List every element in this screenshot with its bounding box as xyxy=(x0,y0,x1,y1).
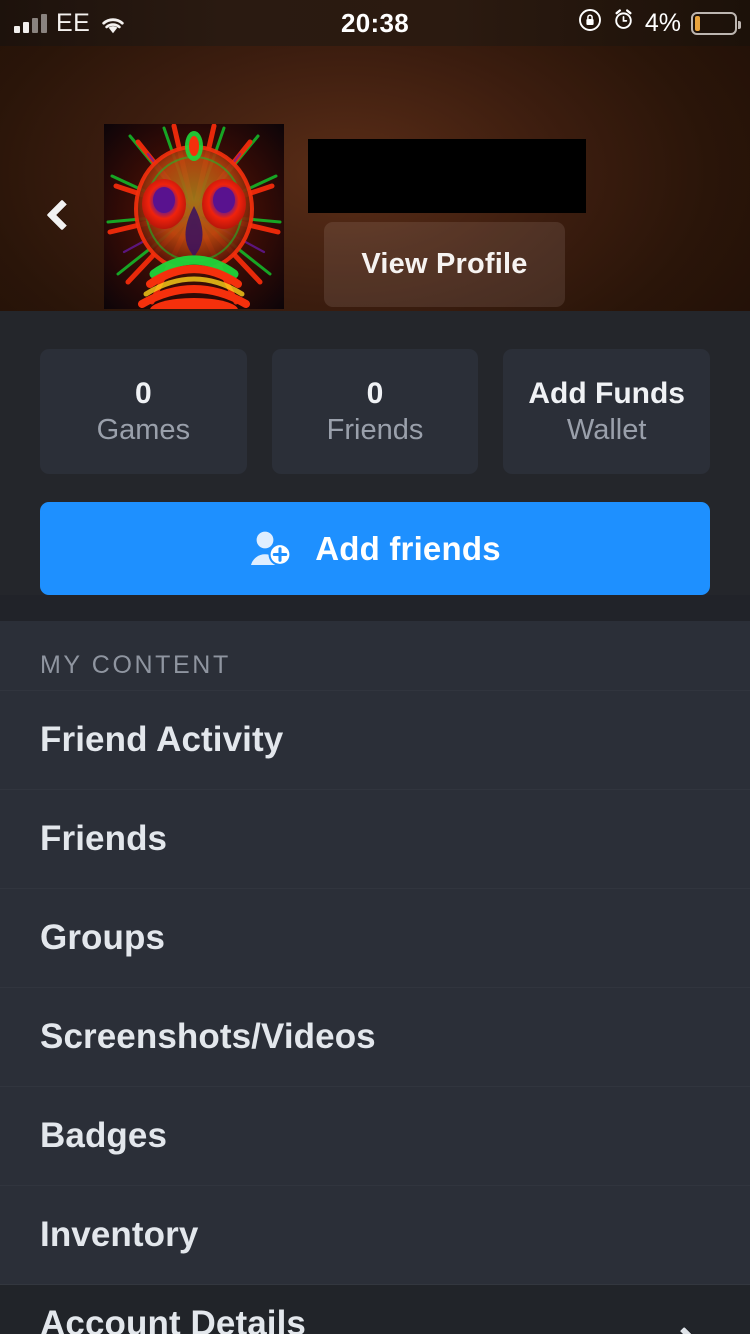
list-item-label: Screenshots/Videos xyxy=(40,1017,376,1056)
signal-bars-icon xyxy=(14,13,47,33)
section-divider xyxy=(0,595,750,621)
list-item-screenshots-videos[interactable]: Screenshots/Videos xyxy=(0,987,750,1086)
list-item-label: Groups xyxy=(40,918,166,957)
stats-section: 0 Games 0 Friends Add Funds Wallet xyxy=(0,311,750,474)
list-item-label: Friend Activity xyxy=(40,720,284,759)
list-item-label: Friends xyxy=(40,819,168,858)
list-item-label: Badges xyxy=(40,1116,168,1155)
friends-count: 0 xyxy=(366,376,384,410)
stat-card-wallet[interactable]: Add Funds Wallet xyxy=(503,349,711,474)
view-profile-button[interactable]: View Profile xyxy=(324,222,565,307)
primary-action-section: Add friends xyxy=(0,474,750,595)
profile-header: View Profile xyxy=(0,46,750,311)
clock-label: 20:38 xyxy=(341,7,409,38)
chevron-right-icon xyxy=(672,1326,697,1334)
list-item-friend-activity[interactable]: Friend Activity xyxy=(0,690,750,789)
avatar-fractal-art xyxy=(104,124,284,309)
stat-card-friends[interactable]: 0 Friends xyxy=(271,349,479,474)
back-button[interactable] xyxy=(38,186,86,244)
friends-label: Friends xyxy=(326,413,424,446)
list-item-label: Inventory xyxy=(40,1215,199,1254)
battery-icon xyxy=(691,11,741,35)
carrier-label: EE xyxy=(56,8,91,37)
games-label: Games xyxy=(96,413,191,446)
username-redacted-bar xyxy=(308,139,586,213)
view-profile-label: View Profile xyxy=(361,248,528,280)
chevron-left-icon xyxy=(46,199,78,231)
person-add-icon xyxy=(249,529,293,569)
section-header-my-content: MY CONTENT xyxy=(40,651,231,679)
add-friends-button[interactable]: Add friends xyxy=(40,502,710,595)
list-item-friends[interactable]: Friends xyxy=(0,789,750,888)
avatar[interactable] xyxy=(104,124,284,309)
add-friends-label: Add friends xyxy=(315,529,501,567)
status-bar-left: EE xyxy=(0,9,127,38)
account-details-label: Account Details xyxy=(40,1304,306,1334)
my-content-panel: MY CONTENT Friend Activity Friends Group… xyxy=(0,621,750,1334)
stat-card-games[interactable]: 0 Games xyxy=(40,349,247,474)
battery-percent-label: 4% xyxy=(644,8,681,37)
list-item-account-details[interactable]: Account Details xyxy=(0,1284,750,1334)
wifi-icon xyxy=(99,13,127,34)
list-item-inventory[interactable]: Inventory xyxy=(0,1185,750,1284)
rotation-lock-icon xyxy=(578,8,602,39)
stats-row: 0 Games 0 Friends Add Funds Wallet xyxy=(40,349,711,474)
alarm-icon xyxy=(612,8,635,38)
list-item-groups[interactable]: Groups xyxy=(0,888,750,987)
status-bar-right: 4% xyxy=(578,8,750,39)
status-bar: EE 20:38 4% xyxy=(0,0,750,46)
add-funds-label: Add Funds xyxy=(528,376,685,410)
wallet-label: Wallet xyxy=(566,413,647,446)
list-item-badges[interactable]: Badges xyxy=(0,1086,750,1185)
games-count: 0 xyxy=(134,376,152,410)
